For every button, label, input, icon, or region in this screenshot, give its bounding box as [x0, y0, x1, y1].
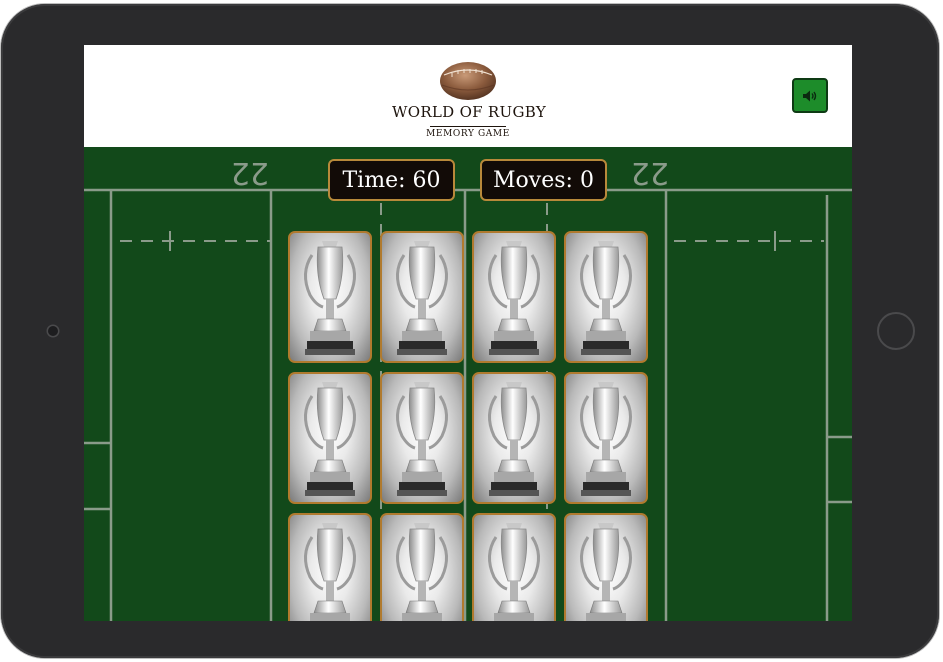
- memory-card[interactable]: [380, 372, 464, 504]
- memory-card[interactable]: [472, 513, 556, 621]
- rugby-ball-icon: [440, 62, 496, 100]
- memory-card[interactable]: [564, 513, 648, 621]
- trophy-icon: [304, 523, 356, 621]
- memory-card[interactable]: [472, 231, 556, 363]
- trophy-icon: [580, 523, 632, 621]
- sound-toggle-button[interactable]: [792, 78, 828, 113]
- memory-card[interactable]: [564, 372, 648, 504]
- moves-counter: Moves: 0: [480, 159, 607, 201]
- game-screen: WORLD OF RUGBY MEMORY GAME 22 22 Time: 6…: [84, 45, 852, 621]
- memory-card[interactable]: [564, 231, 648, 363]
- trophy-icon: [580, 241, 632, 355]
- trophy-icon: [488, 241, 540, 355]
- trophy-icon: [396, 523, 448, 621]
- memory-card[interactable]: [288, 372, 372, 504]
- pitch-markings: 22 22: [84, 155, 852, 621]
- rugby-pitch: 22 22 Time: 60 Moves: 0: [84, 147, 852, 621]
- camera-dot: [48, 326, 58, 336]
- right-22-marking: 22: [631, 155, 669, 190]
- timer-display: Time: 60: [328, 159, 455, 201]
- memory-card[interactable]: [288, 513, 372, 621]
- trophy-icon: [488, 382, 540, 496]
- game-logo: WORLD OF RUGBY MEMORY GAME: [392, 59, 547, 145]
- memory-card[interactable]: [288, 231, 372, 363]
- trophy-icon: [396, 241, 448, 355]
- logo-divider: [430, 126, 506, 127]
- trophy-icon: [304, 241, 356, 355]
- header-bar: WORLD OF RUGBY MEMORY GAME: [84, 45, 852, 147]
- home-button: [877, 312, 915, 350]
- trophy-icon: [396, 382, 448, 496]
- logo-title: WORLD OF RUGBY: [392, 103, 547, 121]
- trophy-icon: [304, 382, 356, 496]
- left-22-marking: 22: [231, 155, 269, 190]
- logo-subtitle: MEMORY GAME: [426, 129, 510, 139]
- memory-card[interactable]: [380, 513, 464, 621]
- trophy-icon: [488, 523, 540, 621]
- memory-card[interactable]: [380, 231, 464, 363]
- volume-up-icon: [803, 90, 817, 101]
- trophy-icon: [580, 382, 632, 496]
- memory-card[interactable]: [472, 372, 556, 504]
